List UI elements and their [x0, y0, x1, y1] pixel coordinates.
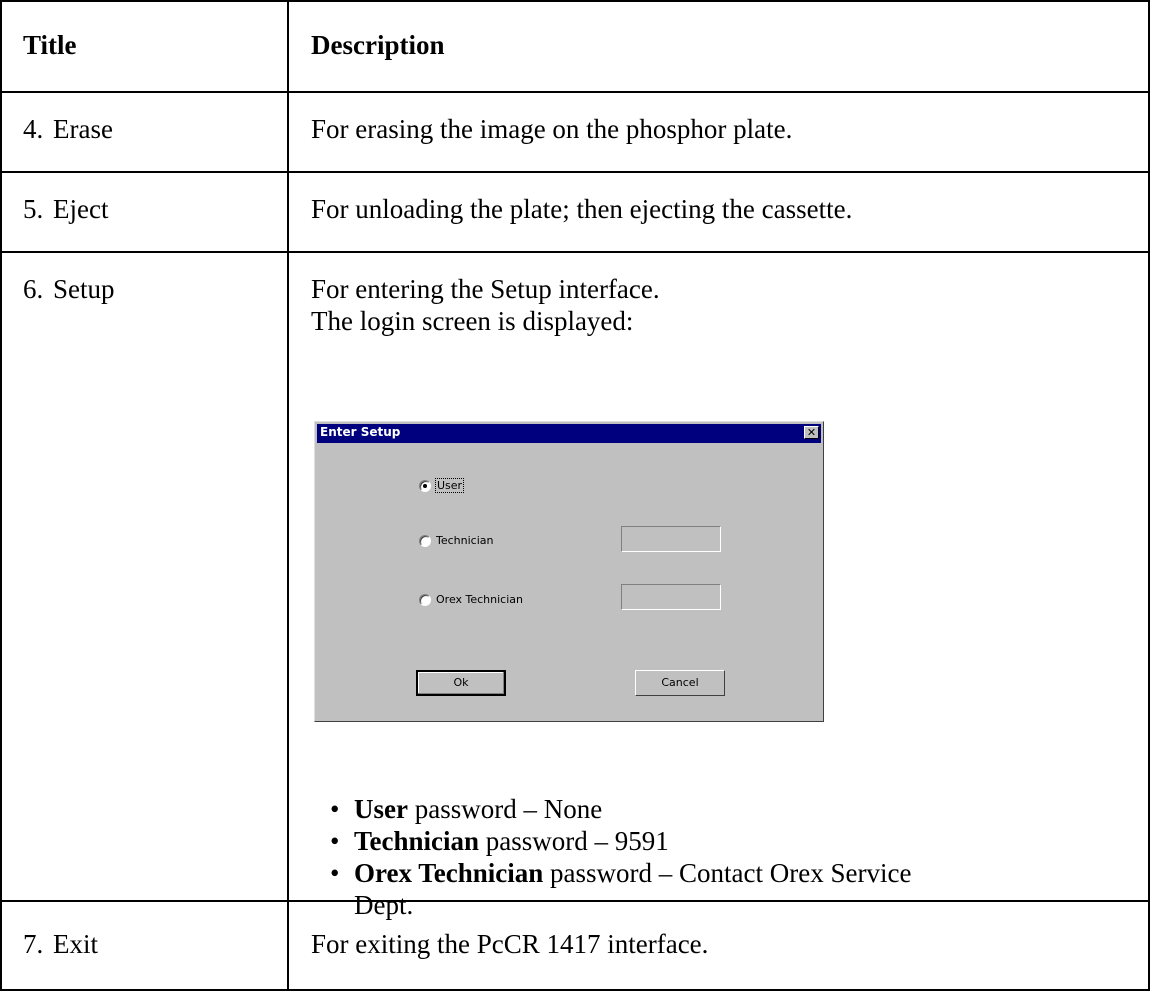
ok-button[interactable]: Ok [416, 670, 506, 696]
list-item: User password – None [330, 793, 911, 825]
row-title-text: Erase [53, 114, 113, 144]
row-number: 7. [23, 929, 44, 959]
row-number: 6. [23, 274, 44, 304]
header-title: Title [23, 30, 77, 60]
password-list: User password – None Technician password… [330, 793, 911, 921]
row-title-erase: 4. Erase [23, 114, 113, 145]
column-divider [287, 0, 289, 991]
row-divider [0, 251, 1150, 253]
row-description: For exiting the PcCR 1417 interface. [311, 929, 709, 959]
radio-checked-icon[interactable] [419, 480, 431, 492]
radio-unchecked-icon[interactable] [419, 535, 431, 547]
radio-label-technician[interactable]: Technician [436, 534, 493, 547]
row-title-text: Eject [53, 194, 109, 224]
list-item: Technician password – 9591 [330, 825, 911, 857]
row-description: For unloading the plate; then ejecting t… [311, 194, 853, 224]
radio-label-orex-technician[interactable]: Orex Technician [436, 593, 523, 606]
row-divider [0, 171, 1150, 173]
orex-technician-password-field[interactable] [621, 584, 721, 610]
password-text-continuation: Dept. [354, 890, 414, 920]
password-text: password – None [407, 794, 603, 824]
dialog-titlebar: Enter Setup ✕ [317, 424, 821, 443]
cancel-button[interactable]: Cancel [635, 670, 725, 696]
header-description: Description [311, 30, 445, 60]
row-title-text: Exit [53, 929, 98, 959]
role-name: Orex Technician [354, 858, 544, 888]
close-icon[interactable]: ✕ [804, 426, 819, 439]
enter-setup-dialog: Enter Setup ✕ User Technician Orex Techn… [314, 421, 824, 722]
row-title-exit: 7. Exit [23, 929, 98, 960]
row-description: For erasing the image on the phosphor pl… [311, 114, 793, 144]
list-item: Orex Technician password – Contact Orex … [330, 857, 911, 921]
row-title-eject: 5. Eject [23, 194, 108, 225]
row-description-line1: For entering the Setup interface. [311, 274, 660, 304]
row-description-line2: The login screen is displayed: [311, 306, 634, 336]
radio-label-user[interactable]: User [434, 478, 465, 493]
row-title-setup: 6. Setup [23, 274, 115, 305]
table-border-top [0, 0, 1150, 2]
role-name: Technician [354, 826, 480, 856]
row-divider [0, 91, 1150, 93]
password-text: password – 9591 [479, 826, 669, 856]
row-number: 5. [23, 194, 44, 224]
row-title-text: Setup [53, 274, 115, 304]
dialog-title: Enter Setup [320, 425, 401, 439]
role-name: User [354, 794, 408, 824]
radio-unchecked-icon[interactable] [419, 594, 431, 606]
password-text: password – Contact Orex Service [543, 858, 912, 888]
table-border-left [0, 0, 2, 991]
technician-password-field[interactable] [621, 526, 721, 552]
row-number: 4. [23, 114, 44, 144]
setup-table: Title Description 4. Erase For erasing th… [0, 0, 1150, 991]
